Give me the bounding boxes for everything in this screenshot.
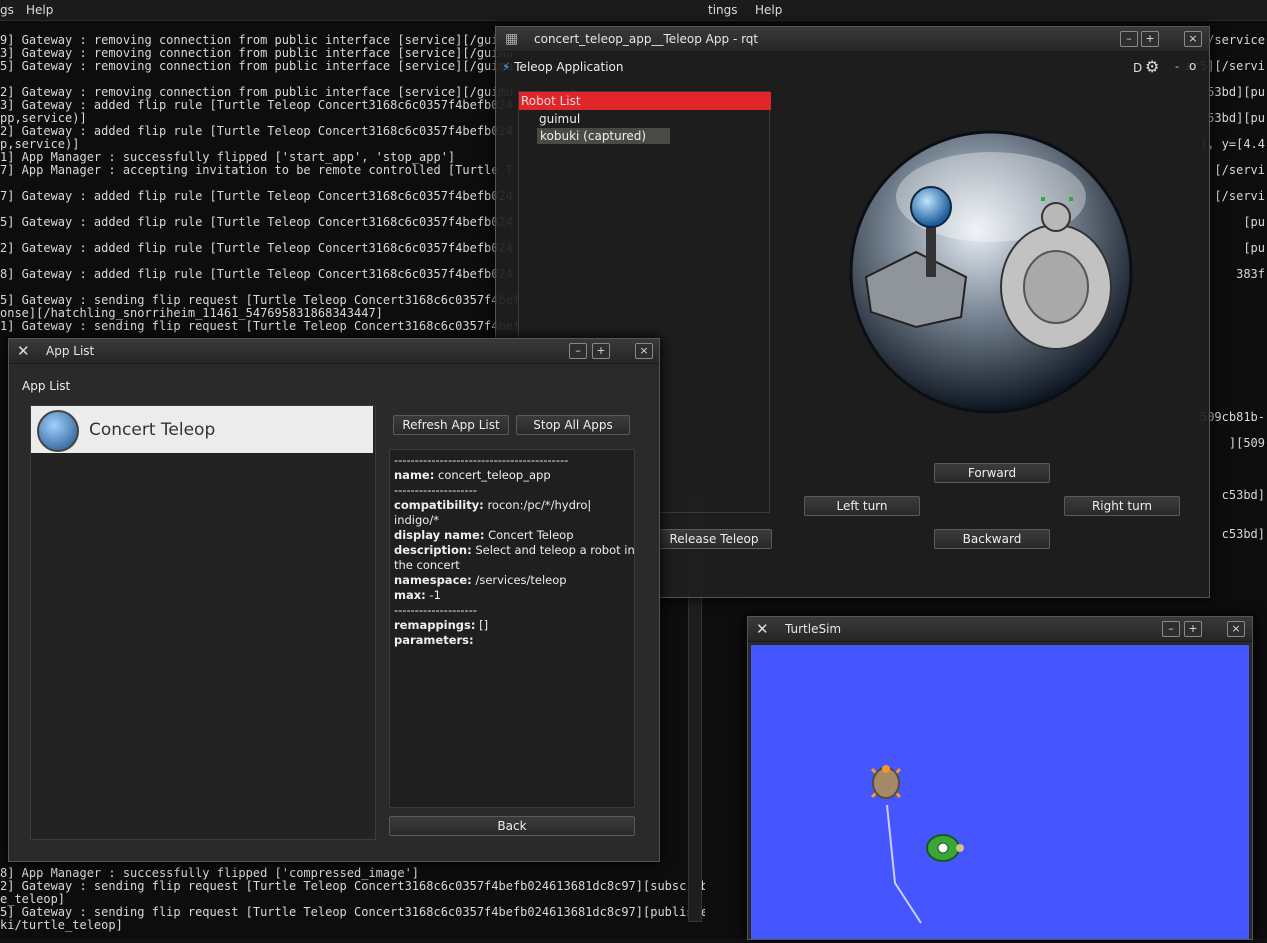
turtlesim-window: ✕ TurtleSim – + ×: [747, 616, 1253, 940]
app-item-label: Concert Teleop: [89, 420, 216, 440]
turtle-kobuki-icon: [866, 763, 906, 803]
app-list-view[interactable]: Concert Teleop: [30, 405, 376, 840]
terminal-line: [pu: [1243, 241, 1265, 255]
terminal-right-menubar: tings Help: [705, 0, 1267, 21]
teleop-logo-image: [849, 130, 1133, 414]
rocon-icon: [37, 410, 79, 452]
forward-button[interactable]: Forward: [934, 463, 1050, 483]
maximize-icon[interactable]: +: [1141, 31, 1159, 47]
stop-all-apps-button[interactable]: Stop All Apps: [516, 415, 630, 435]
terminal-line: 5] Gateway : added flip rule [Turtle Tel…: [0, 215, 513, 229]
robot-list-header: Robot List: [519, 92, 771, 110]
plugin-close-icon[interactable]: o: [1189, 59, 1196, 73]
terminal-line: 383f: [1236, 267, 1265, 281]
robot-item-kobuki[interactable]: kobuki (captured): [537, 128, 670, 144]
dock-icon[interactable]: D: [1133, 61, 1142, 75]
menu-help[interactable]: Help: [26, 3, 53, 17]
menu-settings-right[interactable]: tings: [708, 3, 738, 17]
x-logo-icon: ✕: [756, 620, 769, 638]
app-list-titlebar[interactable]: ✕ App List – + ×: [9, 339, 659, 364]
turtlesim-titlebar[interactable]: ✕ TurtleSim – + ×: [748, 617, 1252, 642]
separator: ----------------------------------------…: [394, 453, 569, 467]
info-namespace: namespace: /services/teleop: [394, 573, 567, 587]
maximize-icon[interactable]: +: [1184, 621, 1202, 637]
backward-button[interactable]: Backward: [934, 529, 1050, 549]
terminal-line: 7] App Manager : accepting invitation to…: [0, 163, 513, 177]
info-name: name: concert_teleop_app: [394, 468, 551, 482]
terminal-line: 8] Gateway : added flip rule [Turtle Tel…: [0, 267, 513, 281]
terminal-line: 2] Gateway : sending flip request [Turtl…: [0, 879, 709, 893]
terminal-line: [/servi: [1214, 163, 1265, 177]
rqt-titlebar[interactable]: ▦ concert_teleop_app__Teleop App - rqt –…: [496, 27, 1209, 52]
menu-settings[interactable]: gs: [0, 3, 14, 17]
plugin-minimize-icon[interactable]: -: [1175, 60, 1179, 73]
terminal-line: c53bd]: [1221, 527, 1265, 541]
x-logo-icon: ✕: [17, 342, 30, 360]
terminal-line: 5] Gateway : removing connection from pu…: [0, 59, 513, 73]
left-turn-button[interactable]: Left turn: [804, 496, 920, 516]
terminal-line: 2] Gateway : added flip rule [Turtle Tel…: [0, 241, 513, 255]
close-icon[interactable]: ×: [1184, 31, 1202, 47]
minimize-icon[interactable]: –: [1162, 621, 1180, 637]
info-parameters: parameters:: [394, 633, 474, 647]
terminal-left-menubar: gs Help: [0, 0, 705, 21]
terminal-line: ][509: [1228, 436, 1265, 450]
separator: --------------------: [394, 483, 477, 497]
minimize-icon[interactable]: –: [569, 343, 587, 359]
rqt-window-title: concert_teleop_app__Teleop App - rqt: [534, 32, 759, 46]
menu-help-right[interactable]: Help: [755, 3, 782, 17]
info-compatibility-cont: indigo/*: [394, 513, 439, 527]
terminal-line: 53bd][pu: [1207, 111, 1265, 125]
terminal-line: [pu: [1243, 215, 1265, 229]
right-turn-button[interactable]: Right turn: [1064, 496, 1180, 516]
release-teleop-button[interactable]: Release Teleop: [656, 529, 772, 549]
grid-icon: ▦: [505, 31, 519, 47]
app-list-window: ✕ App List – + × App List Concert Teleop…: [8, 338, 660, 862]
info-display-name: display name: Concert Teleop: [394, 528, 574, 542]
maximize-icon[interactable]: +: [592, 343, 610, 359]
info-remappings: remappings: []: [394, 618, 489, 632]
info-max: max: -1: [394, 588, 441, 602]
terminal-line: 7] Gateway : added flip rule [Turtle Tel…: [0, 189, 513, 203]
info-compatibility: compatibility: rocon:/pc/*/hydro|: [394, 498, 592, 512]
refresh-app-list-button[interactable]: Refresh App List: [393, 415, 509, 435]
terminal-line: c53bd]: [1221, 488, 1265, 502]
info-description: description: Select and teleop a robot i…: [394, 543, 635, 557]
plugin-icon: ⚡: [502, 60, 511, 74]
terminal-line: [/servi: [1214, 189, 1265, 203]
turtle-trail: [886, 804, 922, 924]
close-icon[interactable]: ×: [635, 343, 653, 359]
turtlesim-window-title: TurtleSim: [785, 622, 842, 636]
plugin-title-text: Teleop Application: [514, 60, 624, 74]
info-description-cont: the concert: [394, 558, 460, 572]
terminal-line: 53bd][pu: [1207, 85, 1265, 99]
close-icon[interactable]: ×: [1227, 621, 1245, 637]
app-list-label: App List: [22, 379, 71, 393]
minimize-icon[interactable]: –: [1120, 31, 1138, 47]
gear-icon[interactable]: ⚙: [1145, 57, 1159, 76]
app-info-panel: -------------------- --------------------…: [389, 449, 635, 808]
terminal-line: ki/turtle_teleop]: [0, 918, 123, 932]
app-list-window-title: App List: [46, 344, 95, 358]
terminal-line: 1] Gateway : sending flip request [Turtl…: [0, 319, 521, 333]
robot-item-guimul[interactable]: guimul: [539, 112, 580, 126]
turtle-guimul-icon: [923, 831, 965, 865]
back-button[interactable]: Back: [389, 816, 635, 836]
turtlesim-canvas: [751, 645, 1249, 939]
plugin-title: ⚡ Teleop Application: [502, 60, 623, 74]
app-item-concert-teleop[interactable]: Concert Teleop: [31, 406, 373, 453]
separator: --------------------: [394, 603, 477, 617]
